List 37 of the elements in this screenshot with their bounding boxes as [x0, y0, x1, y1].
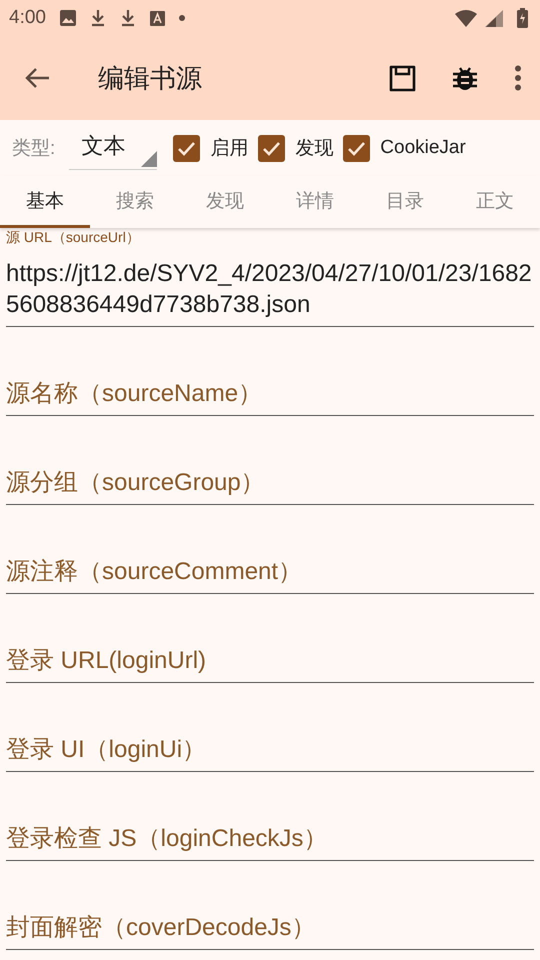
input-field[interactable]: 封面解密（coverDecodeJs） [6, 906, 534, 950]
input-field[interactable]: 登录检查 JS（loginCheckJs） [6, 817, 534, 861]
url-field[interactable]: https://jt12.de/SYV2_4/2023/04/27/10/01/23/16825608836449d7738b738.json [6, 244, 534, 327]
checkbox[interactable] [258, 134, 286, 162]
type-label: 类型: [12, 137, 56, 161]
input-field[interactable]: 源分组（sourceGroup） [6, 461, 534, 505]
tab[interactable]: 基本 [0, 176, 90, 228]
download-icon [120, 9, 136, 27]
input-field[interactable]: 登录 UI（loginUi） [6, 728, 534, 772]
wifi-icon [455, 10, 477, 26]
page-title: 编辑书源 [98, 62, 202, 96]
bug-icon [452, 65, 478, 91]
image-icon [60, 10, 76, 26]
signal-icon [485, 10, 503, 26]
battery-icon [517, 8, 528, 28]
tab[interactable]: 详情 [270, 176, 360, 228]
input-field[interactable]: 源名称（sourceName） [6, 372, 534, 416]
dropdown-corner-icon [141, 150, 158, 166]
dot-icon [178, 15, 185, 21]
more-vertical-icon [514, 65, 522, 91]
checkbox[interactable] [173, 134, 200, 162]
input-field[interactable]: 登录 URL(loginUrl) [6, 639, 534, 683]
tab[interactable]: 发现 [180, 176, 270, 228]
type-dropdown[interactable]: 文本 [69, 126, 158, 170]
checkbox[interactable] [343, 134, 370, 162]
checkbox-label: 启用 [210, 137, 248, 161]
tab[interactable]: 搜索 [90, 176, 180, 228]
font-icon [150, 10, 165, 26]
tab[interactable]: 正文 [450, 176, 540, 228]
clock: 4:00 [9, 7, 46, 29]
download-icon [90, 9, 106, 27]
checkbox-label: 发现 [295, 137, 334, 161]
checkbox-label: CookieJar [380, 137, 466, 159]
input-field[interactable]: 源注释（sourceComment） [6, 550, 534, 594]
field-label: 源 URL（sourceUrl） [6, 230, 141, 244]
back-arrow-icon [24, 67, 50, 89]
tab[interactable]: 目录 [360, 176, 450, 228]
